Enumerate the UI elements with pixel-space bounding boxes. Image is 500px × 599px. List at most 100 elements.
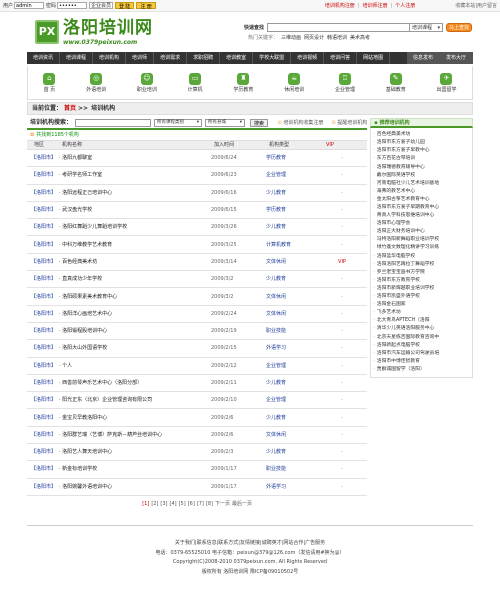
recommended-org-link[interactable]: 金太阳古筝艺术教育中心 (373, 196, 470, 204)
org-type-link[interactable]: 外语学习 (266, 345, 323, 351)
recommended-org-link[interactable]: 清华少儿英语洛阳服务中心 (373, 325, 470, 333)
recommended-org-link[interactable]: 洛阳市东方爱子早期教育中心 (373, 204, 470, 212)
recommended-org-link[interactable]: 洛阳蓝华电脑学校 (373, 252, 470, 260)
category-management[interactable]: ♖ 企业管理 (335, 72, 355, 93)
org-type-link[interactable]: 外语学习 (266, 484, 323, 490)
table-row[interactable]: 【洛阳市】 · 新金标培训学校 2009/1/17 职业技能 - (27, 461, 368, 479)
search-button[interactable]: 马上查找 (446, 23, 472, 32)
table-row[interactable]: 【洛阳市】 · 洛阳群艺瑞（艺博）萨克斯－葫芦丝培训中心 2009/2/6 文体休闲 - (27, 427, 368, 445)
category-basic-education[interactable]: ✎ 基础教育 (386, 72, 406, 93)
table-row[interactable]: 【洛阳市】 · 金宝贝早教洛阳中心 2009/2/6 少儿教育 - (27, 409, 368, 427)
category-foreign-language[interactable]: ◎ 外语培训 (86, 72, 106, 93)
org-name-link[interactable]: · 洛阳硕果素美术教育中心 (59, 294, 211, 300)
org-type-link[interactable]: 企业管理 (266, 363, 323, 369)
page-link[interactable]: [5] (179, 501, 186, 507)
footer-link[interactable]: 关于我们 (175, 540, 195, 546)
org-type-link[interactable]: 学历教育 (266, 207, 323, 213)
password-input[interactable] (57, 2, 88, 9)
page-link[interactable]: [6] (188, 501, 195, 507)
page-link[interactable]: [3] (160, 501, 167, 507)
org-type-link[interactable]: 职业技能 (266, 466, 323, 472)
category-computer[interactable]: ▭ 计算机 (188, 72, 203, 93)
footer-link[interactable]: 网站合作 (283, 540, 303, 546)
recommended-org-link[interactable]: 河南电脑社少儿艺术培训基地 (373, 180, 470, 188)
page-link[interactable]: [8] (206, 501, 213, 507)
org-name-link[interactable]: · 洛阳大山外国语学校 (59, 345, 211, 351)
table-row[interactable]: 【洛阳市】 · 洛阳九都聊室 2009/6/24 学历教育 - (27, 150, 368, 168)
recommended-org-link[interactable]: 百色经典美术坊 (373, 131, 470, 139)
personal-register-link[interactable]: 个人注册 (395, 3, 415, 9)
org-name-link[interactable]: · 洛阳婉馨外语培训中心 (59, 484, 211, 490)
table-row[interactable]: 【洛阳市】 · 个人 2009/2/12 企业管理 - (27, 358, 368, 375)
org-name-link[interactable]: · 洛阳艺人舞天培训中心 (59, 449, 211, 455)
org-name-link[interactable]: · 阳光正东（北京）企业管理咨询有限公司 (59, 397, 211, 403)
hot-keyword[interactable]: 三维动画 (281, 35, 301, 41)
favorite-link[interactable]: 收藏本站|用户留言 (455, 3, 497, 9)
org-name-link[interactable]: · 洛阳锻程股培训中心 (59, 328, 211, 334)
nav-item[interactable]: 培训师 (126, 52, 155, 64)
recommended-org-link[interactable]: 洛阳市心理学会 (373, 220, 470, 228)
org-name-link[interactable]: · 直真成功少年学校 (59, 276, 211, 282)
recommended-org-link[interactable]: 贾群诚国留学（洛阳） (373, 366, 470, 374)
org-name-link[interactable]: · 洛阳群艺瑞（艺博）萨克斯－葫芦丝培训中心 (59, 432, 211, 438)
org-name-link[interactable]: · 洛阳远程正己培训中心 (59, 190, 211, 196)
site-logo[interactable]: PX 洛阳培训网 www.0379peixun.com (35, 18, 153, 46)
org-name-link[interactable]: · 个人 (59, 363, 211, 369)
org-type-link[interactable]: 文体休闲 (266, 294, 323, 300)
nav-item[interactable]: 培训视频 (291, 52, 325, 64)
recommended-org-link[interactable]: 洛阳市东方爱子幼儿园 (373, 139, 470, 147)
org-type-link[interactable]: 计算机教育 (266, 242, 323, 248)
login-button[interactable]: 登 陆 (115, 2, 135, 10)
recommended-org-link[interactable]: 东方百花古琴培训 (373, 155, 470, 163)
nav-item[interactable]: 培训教室 (220, 52, 254, 64)
category-home[interactable]: ⌂ 首 页 (43, 72, 56, 93)
page-link[interactable]: [4] (170, 501, 177, 507)
recommended-org-link[interactable]: 洛阳市东方爱子早教中心 (373, 147, 470, 155)
footer-link[interactable]: 广告服务 (305, 540, 325, 546)
nav-item[interactable]: 培训课程 (60, 52, 94, 64)
org-type-link[interactable]: 少儿教育 (266, 449, 323, 455)
org-collect-register-link[interactable]: ⊙ 培训机构收集注册 (278, 120, 324, 126)
publish-hall-link[interactable]: 发布大厅 (439, 52, 473, 64)
org-name-link[interactable]: · 考研学名师工作室 (59, 172, 211, 178)
publish-info-link[interactable]: 信息发布 (406, 52, 440, 64)
page-link[interactable]: [1] (142, 501, 149, 507)
table-row[interactable]: 【洛阳市】 · 西善前琴声乐艺术中心（洛阳分部） 2009/2/11 少儿教育 - (27, 375, 368, 393)
org-name-link[interactable]: · 洛阳洋心画培艺术中心 (59, 311, 211, 317)
recommended-org-link[interactable]: 冯特洛阳新舞蹈职业培训学校 (373, 236, 470, 244)
category-study-abroad[interactable]: ✈ 出国留学 (436, 72, 457, 93)
hot-keyword[interactable]: 网页设计 (304, 35, 324, 41)
recommended-org-link[interactable]: 海弗的教艺术中心 (373, 188, 470, 196)
org-type-link[interactable]: 文体休闲 (266, 432, 323, 438)
nav-item[interactable]: 培训问答 (324, 52, 358, 64)
table-row[interactable]: 【洛阳市】 · 直真成功少年学校 2009/3/2 少儿教育 - (27, 271, 368, 289)
table-row[interactable]: 【洛阳市】 · 洛阳婉馨外语培训中心 2009/1/17 外语学习 - (27, 479, 368, 496)
nav-item[interactable]: 网站地图 (357, 52, 391, 64)
recommended-org-link[interactable]: 洛阳市汽车运输公司驾驶员培 (373, 350, 470, 358)
org-name-link[interactable]: · 武汉盘光学校 (59, 207, 211, 213)
org-name-link[interactable]: · 洛阳红舞蹈少儿舞蹈培训学校 (59, 224, 211, 230)
recommended-org-link[interactable]: 洛阳市东方教育学校 (373, 277, 470, 285)
footer-link[interactable]: 友情链接 (240, 540, 260, 546)
last-page-link[interactable]: 最后一页 (232, 501, 252, 507)
org-type-link[interactable]: 企业管理 (266, 397, 323, 403)
category-leisure[interactable]: ☕ 休闲培训 (284, 72, 304, 93)
table-row[interactable]: 【洛阳市】 · 武汉盘光学校 2009/6/15 学历教育 - (27, 202, 368, 220)
nav-item[interactable]: 求职招聘 (187, 52, 221, 64)
org-type-link[interactable]: 企业管理 (266, 172, 323, 178)
footer-link[interactable]: 诚聘英才 (262, 540, 282, 546)
category-vocational[interactable]: ☺ 职业培训 (137, 72, 157, 93)
table-row[interactable]: 【洛阳市】 · 中科万维教学艺术教育 2009/3/25 计算机教育 - (27, 236, 368, 254)
page-link[interactable]: [2] (151, 501, 158, 507)
org-name-link[interactable]: · 中科万维教学艺术教育 (59, 242, 211, 248)
next-page-link[interactable]: 下一页 (215, 501, 230, 507)
recommended-org-link[interactable]: 飞多艺术坊 (373, 309, 470, 317)
recommended-org-link[interactable]: 洛阳市新辉越职业培训学校 (373, 285, 470, 293)
org-name-link[interactable]: · 百色经典美术坊 (59, 259, 211, 265)
recommended-org-link[interactable]: 菁真人学科技思维培训中心 (373, 212, 470, 220)
recommended-org-link[interactable]: 罗兰老宝宝画书方学院 (373, 269, 470, 277)
breadcrumb-home-link[interactable]: 首页 (64, 105, 76, 112)
org-type-link[interactable]: 少儿教育 (266, 190, 323, 196)
org-name-link[interactable]: · 洛阳九都聊室 (59, 155, 211, 161)
course-type-select[interactable]: 所有课程类别 ▾ (154, 119, 203, 127)
